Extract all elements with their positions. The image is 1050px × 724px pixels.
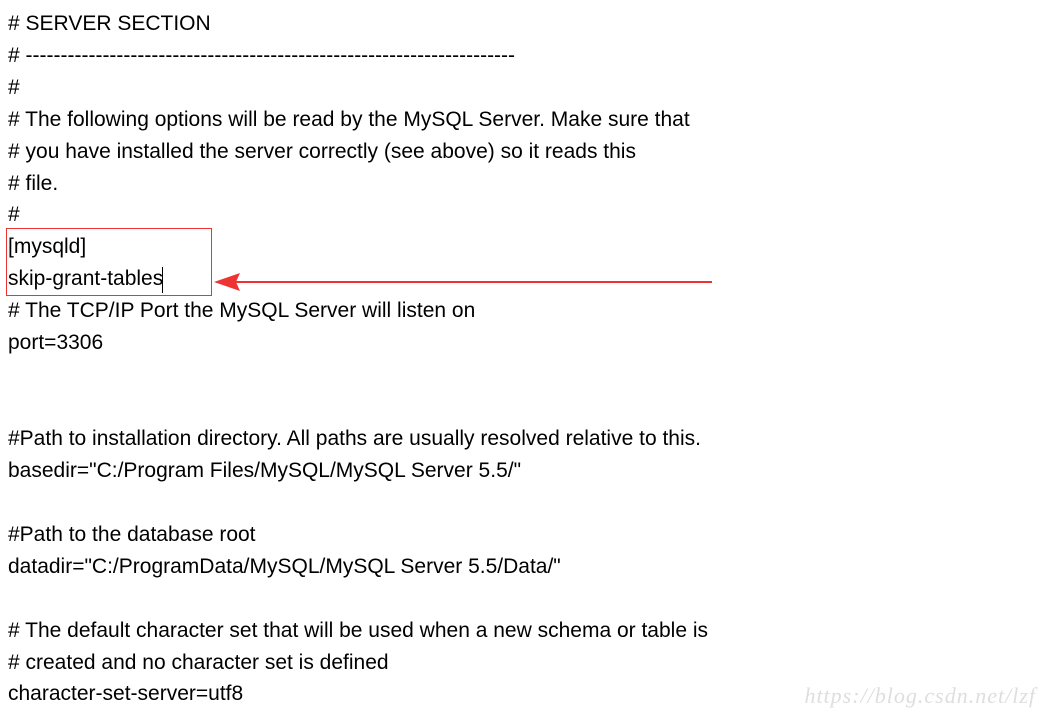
- config-line-divider: # --------------------------------------…: [8, 40, 1042, 72]
- config-line-comment: #Path to installation directory. All pat…: [8, 423, 1042, 455]
- config-line-basedir: basedir="C:/Program Files/MySQL/MySQL Se…: [8, 455, 1042, 487]
- config-line-charset: character-set-server=utf8: [8, 678, 1042, 710]
- config-line-comment: #: [8, 199, 1042, 231]
- config-line-comment: # you have installed the server correctl…: [8, 136, 1042, 168]
- config-value: skip-grant-tables: [8, 267, 163, 290]
- blank-line: [8, 487, 1042, 519]
- blank-line: [8, 391, 1042, 423]
- config-line-comment: # SERVER SECTION: [8, 8, 1042, 40]
- config-line-comment: #Path to the database root: [8, 519, 1042, 551]
- text-cursor-icon: [162, 267, 163, 293]
- config-line-comment: #: [8, 72, 1042, 104]
- config-line-section-mysqld: [mysqld]: [8, 231, 1042, 263]
- config-line-comment: # The default character set that will be…: [8, 615, 1042, 647]
- config-line-comment: # created and no character set is define…: [8, 647, 1042, 679]
- config-line-datadir: datadir="C:/ProgramData/MySQL/MySQL Serv…: [8, 551, 1042, 583]
- config-line-comment: # file.: [8, 168, 1042, 200]
- config-line-comment: # The TCP/IP Port the MySQL Server will …: [8, 295, 1042, 327]
- blank-line: [8, 583, 1042, 615]
- config-line-comment: # The following options will be read by …: [8, 104, 1042, 136]
- config-line-skip-grant-tables: skip-grant-tables: [8, 263, 1042, 295]
- blank-line: [8, 359, 1042, 391]
- config-line-port: port=3306: [8, 327, 1042, 359]
